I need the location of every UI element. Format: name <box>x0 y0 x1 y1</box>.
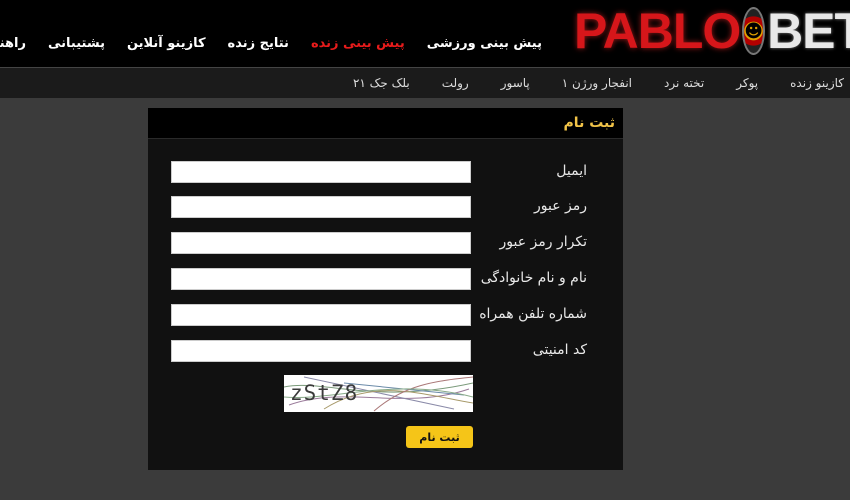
subnav-crash-v1[interactable]: انفجار ورژن ۱ <box>562 76 632 90</box>
poker-chip-icon: ☻ <box>742 7 766 55</box>
mobile-label: شماره تلفن همراه <box>479 306 587 322</box>
confirm-password-row: تکرار رمز عبور <box>148 232 623 256</box>
nav-help[interactable]: راهنما <box>0 36 26 51</box>
password-field[interactable] <box>171 196 471 218</box>
full-name-row: نام و نام خانوادگی <box>148 268 623 292</box>
subnav-blackjack-21[interactable]: بلک جک ۲۱ <box>353 76 410 90</box>
nav-support[interactable]: پشتیبانی <box>48 36 105 51</box>
password-row: رمز عبور <box>148 196 623 220</box>
nav-sports-betting[interactable]: پیش بینی ورزشی <box>427 36 542 51</box>
pablobet-logo[interactable]: PABLO ☻ BET <box>574 3 850 59</box>
subnav-live-casino[interactable]: کازینو زنده <box>790 76 844 90</box>
full-name-field[interactable] <box>171 268 471 290</box>
email-row: ایمیل <box>148 161 623 185</box>
logo-text-bet: BET <box>767 3 850 59</box>
captcha-image: zStZ8 <box>284 375 473 412</box>
logo-text-pablo: PABLO <box>574 3 741 59</box>
register-submit-button[interactable]: ثبت نام <box>406 426 473 448</box>
password-label: رمز عبور <box>533 198 587 214</box>
confirm-password-field[interactable] <box>171 232 471 254</box>
subnav-backgammon[interactable]: تخته نرد <box>664 76 704 90</box>
top-header: PABLO ☻ BET پیش بینی ورزشی پیش بینی زنده… <box>0 0 850 67</box>
email-label: ایمیل <box>556 163 587 179</box>
confirm-password-label: تکرار رمز عبور <box>499 234 587 250</box>
security-code-row: کد امنیتی <box>148 340 623 364</box>
mobile-row: شماره تلفن همراه <box>148 304 623 328</box>
captcha-text: zStZ8 <box>290 381 359 405</box>
games-nav: کازینو زنده پوکر تخته نرد انفجار ورژن ۱ … <box>0 67 850 98</box>
nav-online-casino[interactable]: کازینو آنلاین <box>127 36 206 51</box>
main-nav: پیش بینی ورزشی پیش بینی زنده نتایج زنده … <box>0 36 542 51</box>
subnav-poker[interactable]: پوکر <box>736 76 758 90</box>
nav-live-results[interactable]: نتایج زنده <box>228 36 289 51</box>
subnav-pasour[interactable]: پاسور <box>501 76 530 90</box>
security-code-field[interactable] <box>171 340 471 362</box>
email-field[interactable] <box>171 161 471 183</box>
subnav-roulette[interactable]: رولت <box>442 76 469 90</box>
nav-live-betting[interactable]: پیش بینی زنده <box>311 36 405 51</box>
registration-title: ثبت نام <box>148 108 623 139</box>
full-name-label: نام و نام خانوادگی <box>480 270 587 286</box>
mobile-field[interactable] <box>171 304 471 326</box>
registration-panel: ثبت نام ایمیل رمز عبور تکرار رمز عبور نا… <box>148 108 623 470</box>
security-code-label: کد امنیتی <box>532 342 587 358</box>
